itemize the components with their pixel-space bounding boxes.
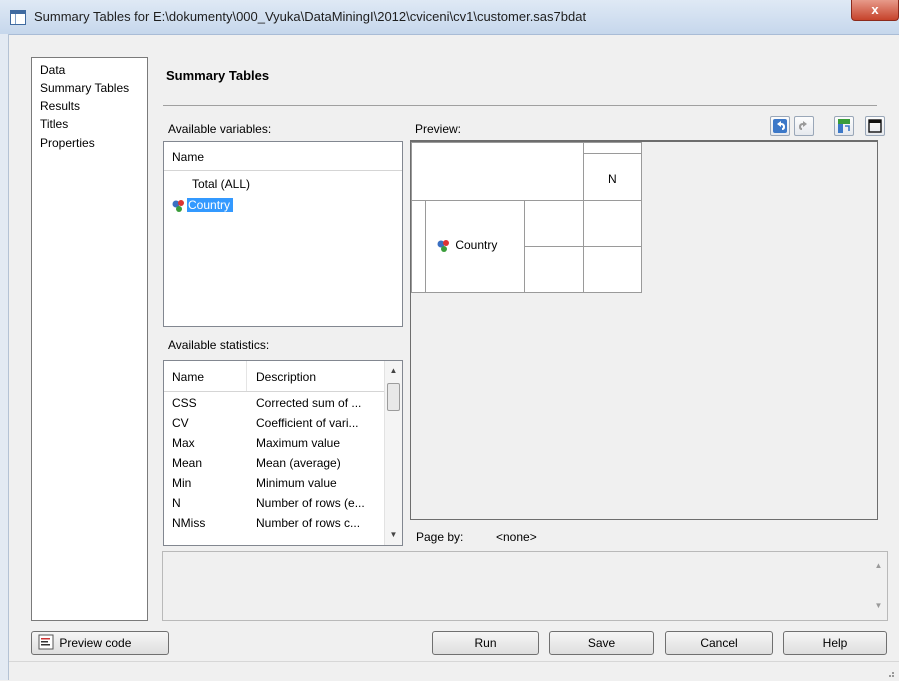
nav-item-data[interactable]: Data (40, 63, 65, 77)
statistics-scrollbar[interactable]: ▲ ▼ (384, 361, 402, 545)
scroll-down-arrow[interactable]: ▼ (870, 598, 887, 614)
nav-item-summary-tables[interactable]: Summary Tables (40, 81, 129, 95)
scroll-down-arrow[interactable]: ▼ (385, 527, 402, 543)
preview-code-button[interactable]: Preview code (31, 631, 169, 655)
preview-row-variable-cell[interactable]: Country (425, 200, 525, 293)
stat-desc-cv: Coefficient of vari... (256, 416, 359, 430)
stat-desc-nmiss: Number of rows c... (256, 516, 361, 530)
preview-row-gutter (411, 200, 426, 293)
pivot-button[interactable] (834, 116, 854, 136)
help-button[interactable]: Help (783, 631, 887, 655)
close-button[interactable]: x (851, 0, 899, 21)
category-variable-icon (171, 199, 187, 213)
available-statistics-label: Available statistics: (168, 338, 270, 352)
preview-statistic-cell[interactable]: N (583, 153, 642, 201)
maximize-icon (868, 119, 882, 133)
table-window-icon (10, 10, 26, 25)
available-variables-label: Available variables: (168, 122, 272, 136)
window-left-border (0, 34, 9, 680)
stat-desc-n: Number of rows (e... (256, 496, 365, 510)
undo-icon (773, 119, 787, 133)
stat-name-nmiss[interactable]: NMiss (172, 516, 205, 530)
header-divider (163, 105, 877, 106)
variables-name-column: Name (172, 150, 205, 164)
scroll-up-arrow[interactable]: ▲ (385, 363, 402, 379)
pivot-icon (838, 119, 850, 133)
description-scrollbar[interactable]: ▲ ▼ (870, 552, 887, 620)
nav-item-titles[interactable]: Titles (40, 117, 68, 131)
description-box: ▲ ▼ (162, 551, 888, 621)
preview-statistic-n: N (608, 172, 617, 186)
stat-name-min[interactable]: Min (172, 476, 191, 490)
variables-list[interactable]: Name Total (ALL) Country (163, 141, 403, 327)
redo-button[interactable] (794, 116, 814, 136)
nav-item-results[interactable]: Results (40, 99, 80, 113)
statistics-list[interactable]: Name Description CSS Corrected sum of ..… (163, 360, 403, 546)
preview-row-variable-label: Country (455, 238, 498, 252)
stat-desc-mean: Mean (average) (256, 456, 341, 470)
maximize-preview-button[interactable] (865, 116, 885, 136)
category-variable-icon (436, 239, 452, 253)
preview-row-variable: Country (436, 238, 497, 253)
stat-desc-max: Maximum value (256, 436, 341, 450)
code-document-icon (38, 634, 56, 650)
preview-class-cell-2[interactable] (524, 246, 584, 293)
cancel-button[interactable]: Cancel (665, 631, 773, 655)
column-divider (246, 361, 247, 391)
variable-item-total[interactable]: Total (ALL) (192, 177, 250, 191)
variable-label-country: Country (187, 198, 234, 212)
preview-corner-cell (411, 142, 584, 201)
preview-code-label: Preview code (59, 636, 132, 650)
stats-column-name[interactable]: Name (172, 370, 204, 384)
preview-label: Preview: (415, 122, 462, 136)
status-strip (9, 661, 899, 681)
variables-list-header[interactable]: Name (164, 142, 402, 171)
resize-grip-icon[interactable] (885, 668, 895, 678)
preview-value-cell-2[interactable] (583, 246, 642, 293)
stat-name-n[interactable]: N (172, 496, 181, 510)
redo-icon (799, 121, 807, 130)
nav-item-properties[interactable]: Properties (40, 136, 95, 150)
page-by-value[interactable]: <none> (496, 530, 537, 544)
run-button[interactable]: Run (432, 631, 539, 655)
page-title: Summary Tables (166, 68, 270, 83)
statistics-list-header: Name Description (164, 361, 384, 392)
preview-class-cell-1[interactable] (524, 200, 584, 247)
scroll-up-arrow[interactable]: ▲ (870, 558, 887, 574)
preview-value-cell-1[interactable] (583, 200, 642, 247)
save-button[interactable]: Save (549, 631, 654, 655)
scroll-thumb[interactable] (387, 383, 400, 411)
stat-desc-min: Minimum value (256, 476, 337, 490)
page-by-label: Page by: (416, 530, 464, 544)
stat-name-css[interactable]: CSS (172, 396, 197, 410)
close-icon: x (871, 2, 879, 17)
stat-name-mean[interactable]: Mean (172, 456, 202, 470)
undo-button[interactable] (770, 116, 790, 136)
stats-column-description[interactable]: Description (256, 370, 316, 384)
stat-desc-css: Corrected sum of ... (256, 396, 362, 410)
stat-name-cv[interactable]: CV (172, 416, 189, 430)
preview-area[interactable]: N Country (410, 140, 878, 520)
stat-name-max[interactable]: Max (172, 436, 195, 450)
title-bar[interactable]: Summary Tables for E:\dokumenty\000_Vyuk… (0, 0, 899, 35)
navigation-panel: Data Summary Tables Results Titles Prope… (31, 57, 148, 621)
variable-item-country[interactable]: Country (171, 198, 234, 213)
window-title: Summary Tables for E:\dokumenty\000_Vyuk… (34, 9, 587, 24)
